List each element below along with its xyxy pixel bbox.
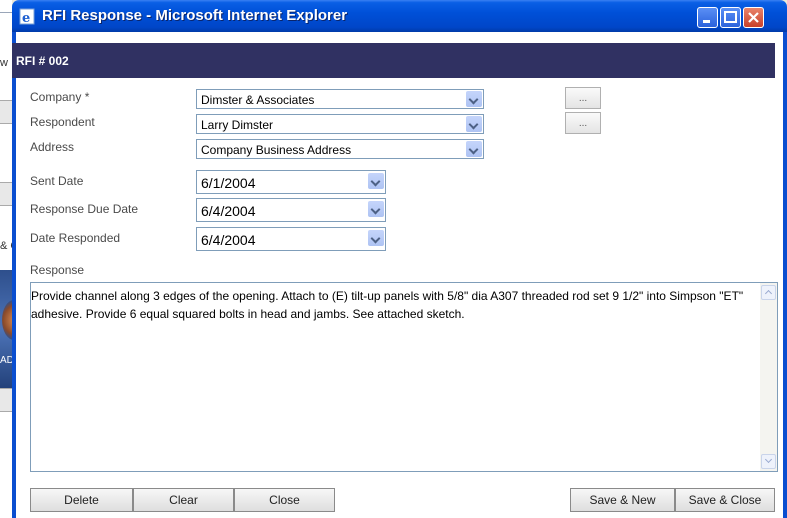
chevron-down-icon[interactable] (368, 201, 384, 217)
address-label: Address (30, 140, 75, 154)
company-value: Dimster & Associates (201, 93, 315, 107)
title-bar[interactable]: e RFI Response - Microsoft Internet Expl… (12, 0, 787, 32)
rfi-header: RFI # 002 (12, 43, 775, 78)
minimize-button[interactable] (697, 7, 718, 28)
date-responded-label: Date Responded (30, 231, 121, 245)
delete-button[interactable]: Delete (30, 488, 133, 512)
chevron-down-icon[interactable] (466, 91, 482, 107)
respondent-label: Respondent (30, 115, 95, 129)
close-icon (748, 12, 759, 23)
date-responded-select[interactable]: 6/4/2004 (196, 227, 386, 251)
save-and-new-button[interactable]: Save & New (570, 488, 675, 512)
scroll-down-icon[interactable] (761, 454, 776, 469)
response-due-date-select[interactable]: 6/4/2004 (196, 198, 386, 222)
minimize-icon (703, 20, 710, 23)
chevron-down-icon[interactable] (466, 141, 482, 157)
vertical-scrollbar[interactable] (760, 283, 777, 471)
respondent-lookup-button[interactable]: ... (565, 112, 601, 134)
clear-button[interactable]: Clear (133, 488, 234, 512)
ie-icon: e (19, 8, 35, 25)
address-select[interactable]: Company Business Address (196, 139, 484, 159)
respondent-value: Larry Dimster (201, 118, 274, 132)
chevron-down-icon[interactable] (368, 173, 384, 189)
rfi-number: RFI # 002 (16, 54, 69, 68)
close-button[interactable]: Close (234, 488, 335, 512)
scroll-up-icon[interactable] (761, 285, 776, 300)
response-due-date-label: Response Due Date (30, 202, 139, 216)
company-label: Company * (30, 90, 90, 104)
sent-date-select[interactable]: 6/1/2004 (196, 170, 386, 194)
maximize-icon (724, 11, 737, 23)
response-text[interactable]: Provide channel along 3 edges of the ope… (31, 287, 753, 323)
response-textarea[interactable]: Provide channel along 3 edges of the ope… (30, 282, 778, 472)
responded-value: 6/4/2004 (201, 232, 256, 248)
respondent-select[interactable]: Larry Dimster (196, 114, 484, 134)
response-label: Response (30, 263, 85, 277)
window-title: RFI Response - Microsoft Internet Explor… (42, 7, 348, 24)
sent-date-label: Sent Date (30, 174, 84, 188)
company-select[interactable]: Dimster & Associates (196, 89, 484, 109)
sent-date-value: 6/1/2004 (201, 175, 256, 191)
due-date-value: 6/4/2004 (201, 203, 256, 219)
save-and-close-button[interactable]: Save & Close (675, 488, 775, 512)
svg-text:e: e (22, 11, 30, 25)
company-lookup-button[interactable]: ... (565, 87, 601, 109)
chevron-down-icon[interactable] (466, 116, 482, 132)
chevron-down-icon[interactable] (368, 230, 384, 246)
address-value: Company Business Address (201, 143, 352, 157)
close-window-button[interactable] (743, 7, 764, 28)
maximize-button[interactable] (720, 7, 741, 28)
